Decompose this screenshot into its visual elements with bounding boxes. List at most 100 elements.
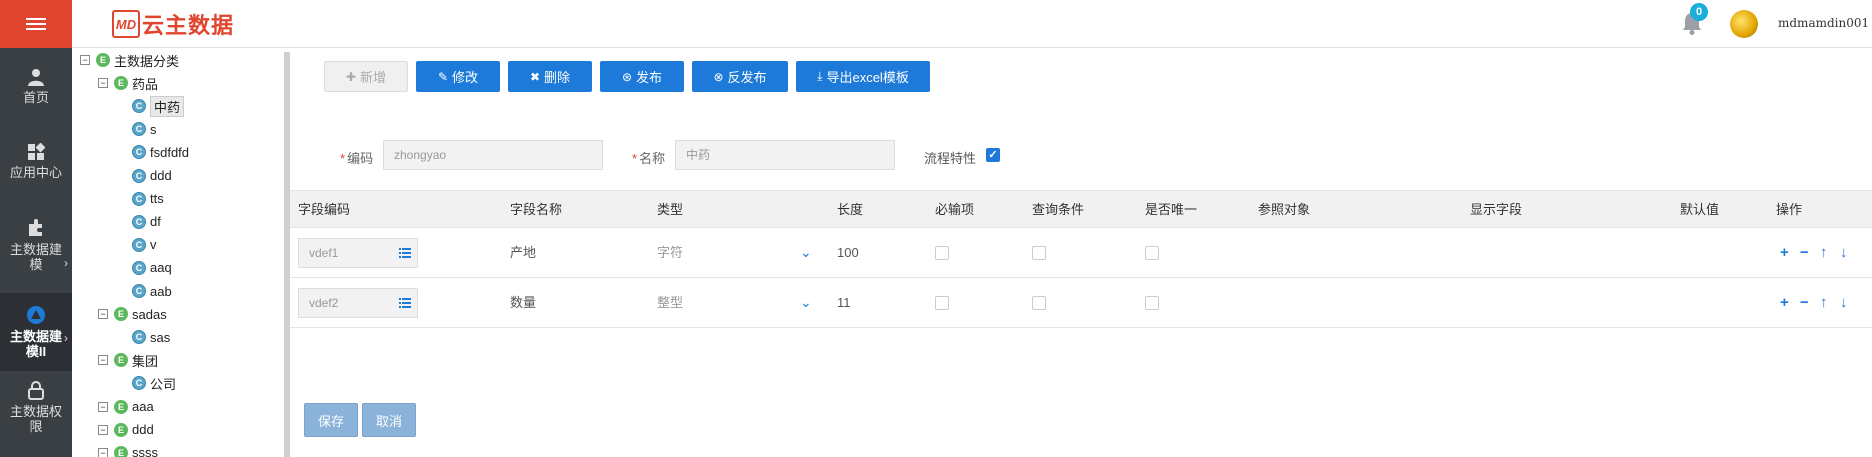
avatar[interactable]: [1730, 10, 1758, 38]
class-icon: C: [132, 284, 146, 298]
publish-icon: ⊛: [621, 69, 633, 84]
tree-node[interactable]: − Essss: [98, 443, 158, 457]
collapse-icon[interactable]: −: [98, 424, 108, 435]
hamburger-menu-button[interactable]: [0, 0, 72, 48]
unpublish-label: 反发布: [727, 70, 767, 85]
tree-node[interactable]: Csas: [116, 327, 170, 347]
notification-badge: 0: [1690, 3, 1708, 21]
query-checkbox[interactable]: [1032, 296, 1046, 310]
tree-node[interactable]: Cddd: [116, 166, 172, 186]
tree-node[interactable]: Cv: [116, 235, 157, 255]
field-type-select[interactable]: 字符: [657, 228, 683, 278]
logo: MD 云主数据: [112, 8, 234, 40]
collapse-icon[interactable]: −: [80, 55, 90, 65]
th-ref: 参照对象: [1258, 202, 1311, 217]
tree-label: sadas: [132, 306, 167, 322]
tree-node[interactable]: − Esadas: [98, 304, 167, 324]
tree-label: aaa: [132, 399, 154, 414]
field-table-header: 字段编码 字段名称 类型 长度 必输项 查询条件 是否唯一 参照对象 显示字段 …: [290, 190, 1872, 228]
tree-node[interactable]: Cdf: [116, 212, 161, 232]
category-tree: − E 主数据分类 − E 药品 C 中药 Cs Cfsdfdfd Cddd Ctts Cdf Cv…: [72, 48, 284, 457]
required-checkbox[interactable]: [935, 246, 949, 260]
th-query: 查询条件: [1032, 202, 1085, 217]
collapse-icon[interactable]: −: [98, 309, 108, 320]
delete-label: 删除: [544, 70, 571, 85]
tree-node[interactable]: − E 集团: [98, 350, 158, 370]
tree-node[interactable]: Cs: [116, 119, 157, 139]
tree-label: 主数据分类: [114, 53, 180, 69]
query-checkbox[interactable]: [1032, 246, 1046, 260]
table-row: vdef1 产地 字符 ⌄ 100 + − ↑ ↓: [290, 228, 1872, 278]
cancel-circle-icon: ⊗: [713, 69, 724, 84]
logo-text: 云主数据: [142, 13, 235, 38]
nav-item-home[interactable]: 首页: [0, 68, 72, 128]
left-nav: 首页 应用中心 主数据建模 › 主数据建模II › 主数据权限: [0, 48, 72, 457]
tree-node[interactable]: Caab: [116, 281, 172, 301]
edit-button[interactable]: ✎ 修改: [416, 61, 500, 92]
chevron-down-icon[interactable]: ⌄: [800, 228, 812, 276]
collapse-icon[interactable]: −: [98, 355, 108, 366]
delete-button[interactable]: ✖ 删除: [508, 61, 592, 92]
flow-label: 流程特性: [924, 151, 977, 166]
unique-checkbox[interactable]: [1145, 246, 1159, 260]
entity-icon: E: [114, 399, 128, 414]
tree-node[interactable]: C 中药: [116, 95, 185, 117]
add-row-icon[interactable]: +: [1780, 228, 1789, 278]
remove-row-icon[interactable]: −: [1800, 278, 1809, 328]
tree-node[interactable]: Ctts: [116, 189, 164, 209]
field-length: 11: [837, 295, 851, 310]
table-row: vdef2 数量 整型 ⌄ 11 + − ↑ ↓: [290, 278, 1872, 328]
required-checkbox[interactable]: [935, 296, 949, 310]
tree-label: v: [150, 237, 157, 253]
lock-icon: [28, 381, 44, 400]
move-up-icon[interactable]: ↑: [1820, 228, 1828, 278]
remove-row-icon[interactable]: −: [1800, 228, 1809, 278]
field-type-select[interactable]: 整型: [657, 278, 683, 328]
code-input[interactable]: zhongyao: [383, 140, 603, 170]
export-excel-button[interactable]: ⤓ 导出excel模板: [796, 61, 930, 92]
unique-checkbox[interactable]: [1145, 296, 1159, 310]
move-down-icon[interactable]: ↓: [1840, 278, 1848, 328]
tree-label: aaq: [150, 260, 172, 276]
add-row-icon[interactable]: +: [1780, 278, 1789, 328]
tree-node[interactable]: − Eddd: [98, 420, 154, 440]
nav-item-app-center[interactable]: 应用中心: [0, 143, 72, 203]
chevron-down-icon[interactable]: ⌄: [800, 278, 812, 326]
list-icon[interactable]: [399, 247, 411, 259]
tree-node[interactable]: C 公司: [116, 373, 176, 393]
collapse-icon[interactable]: −: [98, 447, 108, 457]
tree-node[interactable]: Caaq: [116, 258, 172, 278]
tree-label: 公司: [150, 376, 177, 392]
nav-item-mdm-permission[interactable]: 主数据权限: [0, 380, 72, 457]
tree-label: tts: [150, 191, 164, 207]
field-code-input[interactable]: vdef1: [298, 238, 418, 268]
tree-label: ddd: [150, 168, 172, 183]
th-unique: 是否唯一: [1145, 202, 1198, 217]
save-button[interactable]: 保存: [304, 403, 358, 437]
collapse-icon[interactable]: −: [98, 401, 108, 412]
name-input[interactable]: 中药: [675, 140, 895, 170]
add-button[interactable]: ✚ 新增: [324, 61, 408, 92]
tree-node[interactable]: − E 药品: [98, 73, 158, 93]
puzzle-icon: [29, 219, 42, 236]
th-length: 长度: [837, 202, 864, 217]
tree-node[interactable]: Cfsdfdfd: [116, 142, 189, 162]
nav-label: 主数据建模II: [9, 329, 62, 359]
flow-checkbox[interactable]: ✓: [986, 148, 1000, 162]
move-up-icon[interactable]: ↑: [1820, 278, 1828, 328]
field-code-input[interactable]: vdef2: [298, 288, 418, 318]
publish-button[interactable]: ⊛ 发布: [600, 61, 684, 92]
unpublish-button[interactable]: ⊗ 反发布: [692, 61, 788, 92]
nav-item-mdm-modeling[interactable]: 主数据建模 ›: [0, 218, 72, 298]
move-down-icon[interactable]: ↓: [1840, 228, 1848, 278]
th-required: 必输项: [935, 202, 975, 217]
edit-label: 修改: [452, 70, 479, 85]
nav-label: 应用中心: [9, 165, 62, 180]
collapse-icon[interactable]: −: [98, 78, 108, 89]
list-icon[interactable]: [399, 297, 411, 309]
cancel-button[interactable]: 取消: [362, 403, 416, 437]
tree-node[interactable]: − Eaaa: [98, 397, 154, 417]
username[interactable]: mdmamdin001: [1778, 16, 1869, 30]
tree-node-root[interactable]: − E 主数据分类: [80, 50, 179, 70]
nav-item-mdm-modeling-2[interactable]: 主数据建模II ›: [0, 293, 72, 371]
